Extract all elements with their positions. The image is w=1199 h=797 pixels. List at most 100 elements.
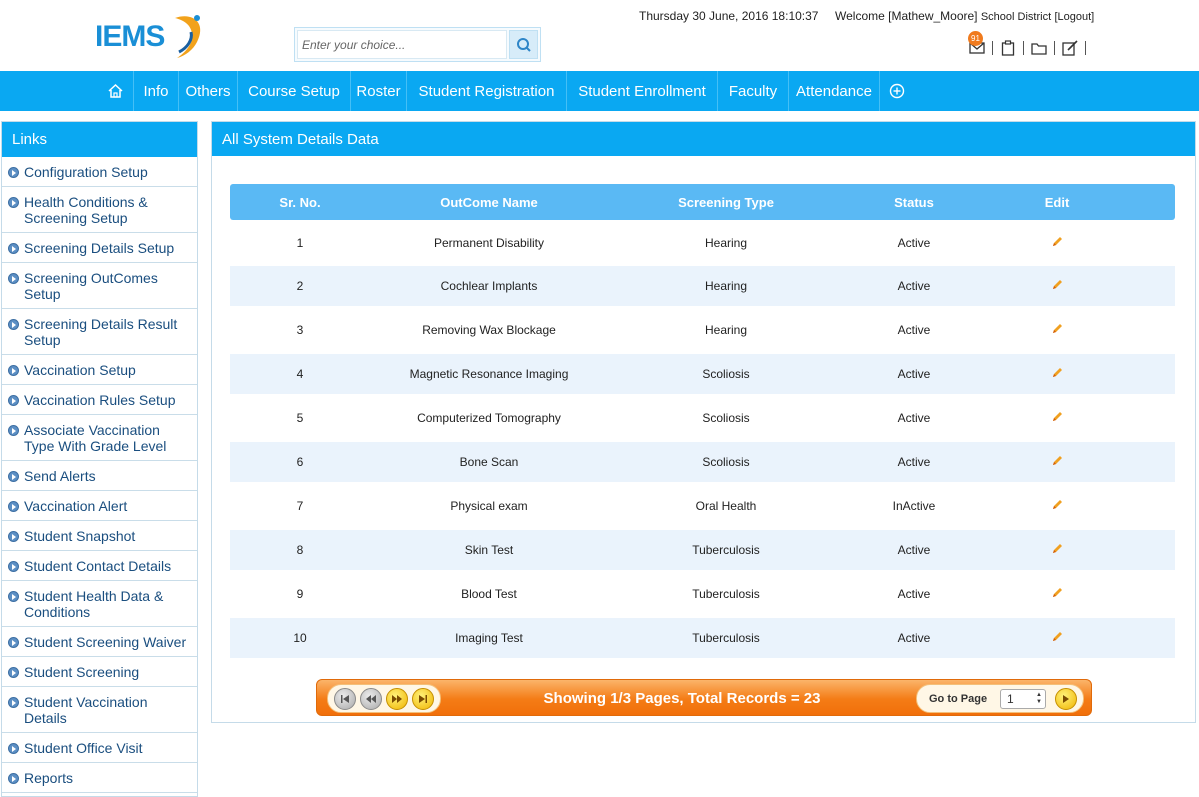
prev-page-icon (366, 694, 376, 703)
cell-screening-type: Tuberculosis (692, 543, 760, 557)
edit-note-icon (1062, 40, 1078, 56)
edit-note-button[interactable] (1059, 39, 1081, 57)
links-sidebar: Links Configuration Setup Health Conditio… (1, 121, 198, 797)
cell-outcome-name: Bone Scan (459, 455, 519, 469)
cell-status: Active (897, 631, 931, 645)
pager-summary: Showing 1/3 Pages, Total Records = 23 (543, 690, 821, 707)
cell-screening-type: Hearing (704, 236, 748, 250)
cell-outcome-name: Blood Test (461, 587, 517, 601)
nav-items: Info Others Course Setup Roster Student … (98, 71, 914, 111)
icon-separator (1054, 41, 1055, 55)
pencil-icon[interactable] (1051, 543, 1063, 558)
last-page-button[interactable] (412, 687, 434, 710)
sidebar-item[interactable]: Student Office Visit (2, 733, 197, 763)
goto-page-input[interactable]: 1 ▲ ▼ (1000, 689, 1046, 709)
sidebar-item[interactable]: Screening Details Result Setup (2, 309, 197, 355)
table-row: 9 Blood Test Tuberculosis Active (230, 573, 1175, 615)
sidebar-item[interactable]: Student Snapshot (2, 521, 197, 551)
sidebar-item[interactable]: Configuration Setup (2, 157, 197, 187)
next-page-button[interactable] (386, 687, 408, 710)
goto-page-button[interactable] (1055, 688, 1077, 710)
pencil-icon[interactable] (1051, 279, 1063, 294)
clipboard-button[interactable] (997, 39, 1019, 57)
table-row: 7 Physical exam Oral Health InActive (230, 485, 1175, 527)
mail-button[interactable]: 91 (966, 31, 988, 57)
col-outcome-name[interactable]: OutCome Name (370, 195, 608, 210)
nav-info[interactable]: Info (134, 71, 179, 111)
nav-student-enrollment[interactable]: Student Enrollment (567, 71, 718, 111)
table-row: 8 Skin Test Tuberculosis Active (230, 530, 1175, 570)
sidebar-item[interactable]: Health Conditions & Screening Setup (2, 187, 197, 233)
nav-faculty[interactable]: Faculty (718, 71, 789, 111)
welcome-text: Welcome [Mathew_Moore] School District [… (835, 9, 1094, 23)
pencil-icon[interactable] (1051, 411, 1063, 426)
sidebar-item[interactable]: Screening OutComes Setup (2, 263, 197, 309)
spinner-arrows-icon[interactable]: ▲ ▼ (1036, 692, 1042, 706)
sidebar-item[interactable]: Vaccination Setup (2, 355, 197, 385)
sidebar-item-label: Associate Vaccination Type With Grade Le… (24, 422, 167, 454)
nav-others[interactable]: Others (179, 71, 238, 111)
cell-status: InActive (892, 499, 936, 513)
folder-button[interactable] (1028, 39, 1050, 57)
cell-screening-type: Scoliosis (702, 411, 750, 425)
pencil-icon[interactable] (1051, 587, 1063, 602)
sidebar-item[interactable]: Student Screening Waiver (2, 627, 197, 657)
sidebar-item[interactable]: Student Vaccination Details (2, 687, 197, 733)
sidebar-item-label: Health Conditions & Screening Setup (24, 194, 148, 226)
cell-screening-type: Tuberculosis (692, 587, 760, 601)
first-page-button[interactable] (334, 687, 356, 710)
sidebar-item[interactable]: Student Screening (2, 657, 197, 687)
cell-screening-type: Oral Health (695, 499, 757, 513)
pencil-icon[interactable] (1051, 323, 1063, 338)
table-row: 4 Magnetic Resonance Imaging Scoliosis Acti… (230, 354, 1175, 394)
nav-attendance[interactable]: Attendance (789, 71, 880, 111)
cell-edit (984, 543, 1130, 558)
col-screening-type[interactable]: Screening Type (608, 195, 844, 210)
cell-sr-no: 5 (296, 411, 304, 425)
cell-edit (984, 499, 1130, 514)
cell-outcome-name: Computerized Tomography (417, 411, 561, 425)
nav-roster[interactable]: Roster (351, 71, 407, 111)
sidebar-item-label: Screening Details Setup (24, 240, 175, 256)
sidebar-item-label: Configuration Setup (24, 164, 148, 180)
pencil-icon[interactable] (1051, 631, 1063, 646)
sidebar-item[interactable]: Student Contact Details (2, 551, 197, 581)
cell-status: Active (897, 455, 931, 469)
sidebar-item[interactable]: Associate Vaccination Type With Grade Le… (2, 415, 197, 461)
cell-edit (984, 367, 1130, 382)
header-icon-bar: 91 (966, 31, 1090, 58)
search-input[interactable] (297, 30, 507, 59)
pencil-icon[interactable] (1051, 499, 1063, 514)
table-row: 10 Imaging Test Tuberculosis Active (230, 618, 1175, 658)
cell-sr-no: 2 (296, 279, 304, 293)
arrow-bullet-icon (8, 697, 19, 708)
cell-screening-type: Scoliosis (702, 455, 750, 469)
arrow-bullet-icon (8, 395, 19, 406)
col-status[interactable]: Status (844, 195, 984, 210)
pencil-icon[interactable] (1051, 455, 1063, 470)
col-edit: Edit (1044, 194, 1070, 210)
sidebar-item[interactable]: Vaccination Rules Setup (2, 385, 197, 415)
col-sr-no[interactable]: Sr. No. (230, 195, 370, 210)
prev-page-button[interactable] (360, 687, 382, 710)
iems-logo[interactable]: IEMS (95, 12, 215, 62)
cell-sr-no: 10 (293, 631, 307, 645)
nav-home[interactable] (98, 71, 134, 111)
arrow-bullet-icon (8, 501, 19, 512)
search-button[interactable] (509, 30, 538, 59)
logout-link[interactable]: [Logout] (1054, 11, 1094, 23)
nav-more[interactable] (880, 71, 914, 111)
pencil-icon[interactable] (1051, 367, 1063, 382)
nav-student-registration[interactable]: Student Registration (407, 71, 567, 111)
sidebar-item[interactable]: Student Health Data & Conditions (2, 581, 197, 627)
search-box (294, 27, 541, 62)
sidebar-item[interactable]: Send Alerts (2, 461, 197, 491)
sidebar-item[interactable]: Reports (2, 763, 197, 793)
pencil-icon[interactable] (1051, 236, 1063, 251)
table-row: 3 Removing Wax Blockage Hearing Active (230, 309, 1175, 351)
sidebar-item-label: Student Health Data & Conditions (24, 588, 164, 620)
nav-course-setup[interactable]: Course Setup (238, 71, 351, 111)
sidebar-item[interactable]: Screening Details Setup (2, 233, 197, 263)
sidebar-item-label: Student Office Visit (24, 740, 143, 756)
sidebar-item[interactable]: Vaccination Alert (2, 491, 197, 521)
